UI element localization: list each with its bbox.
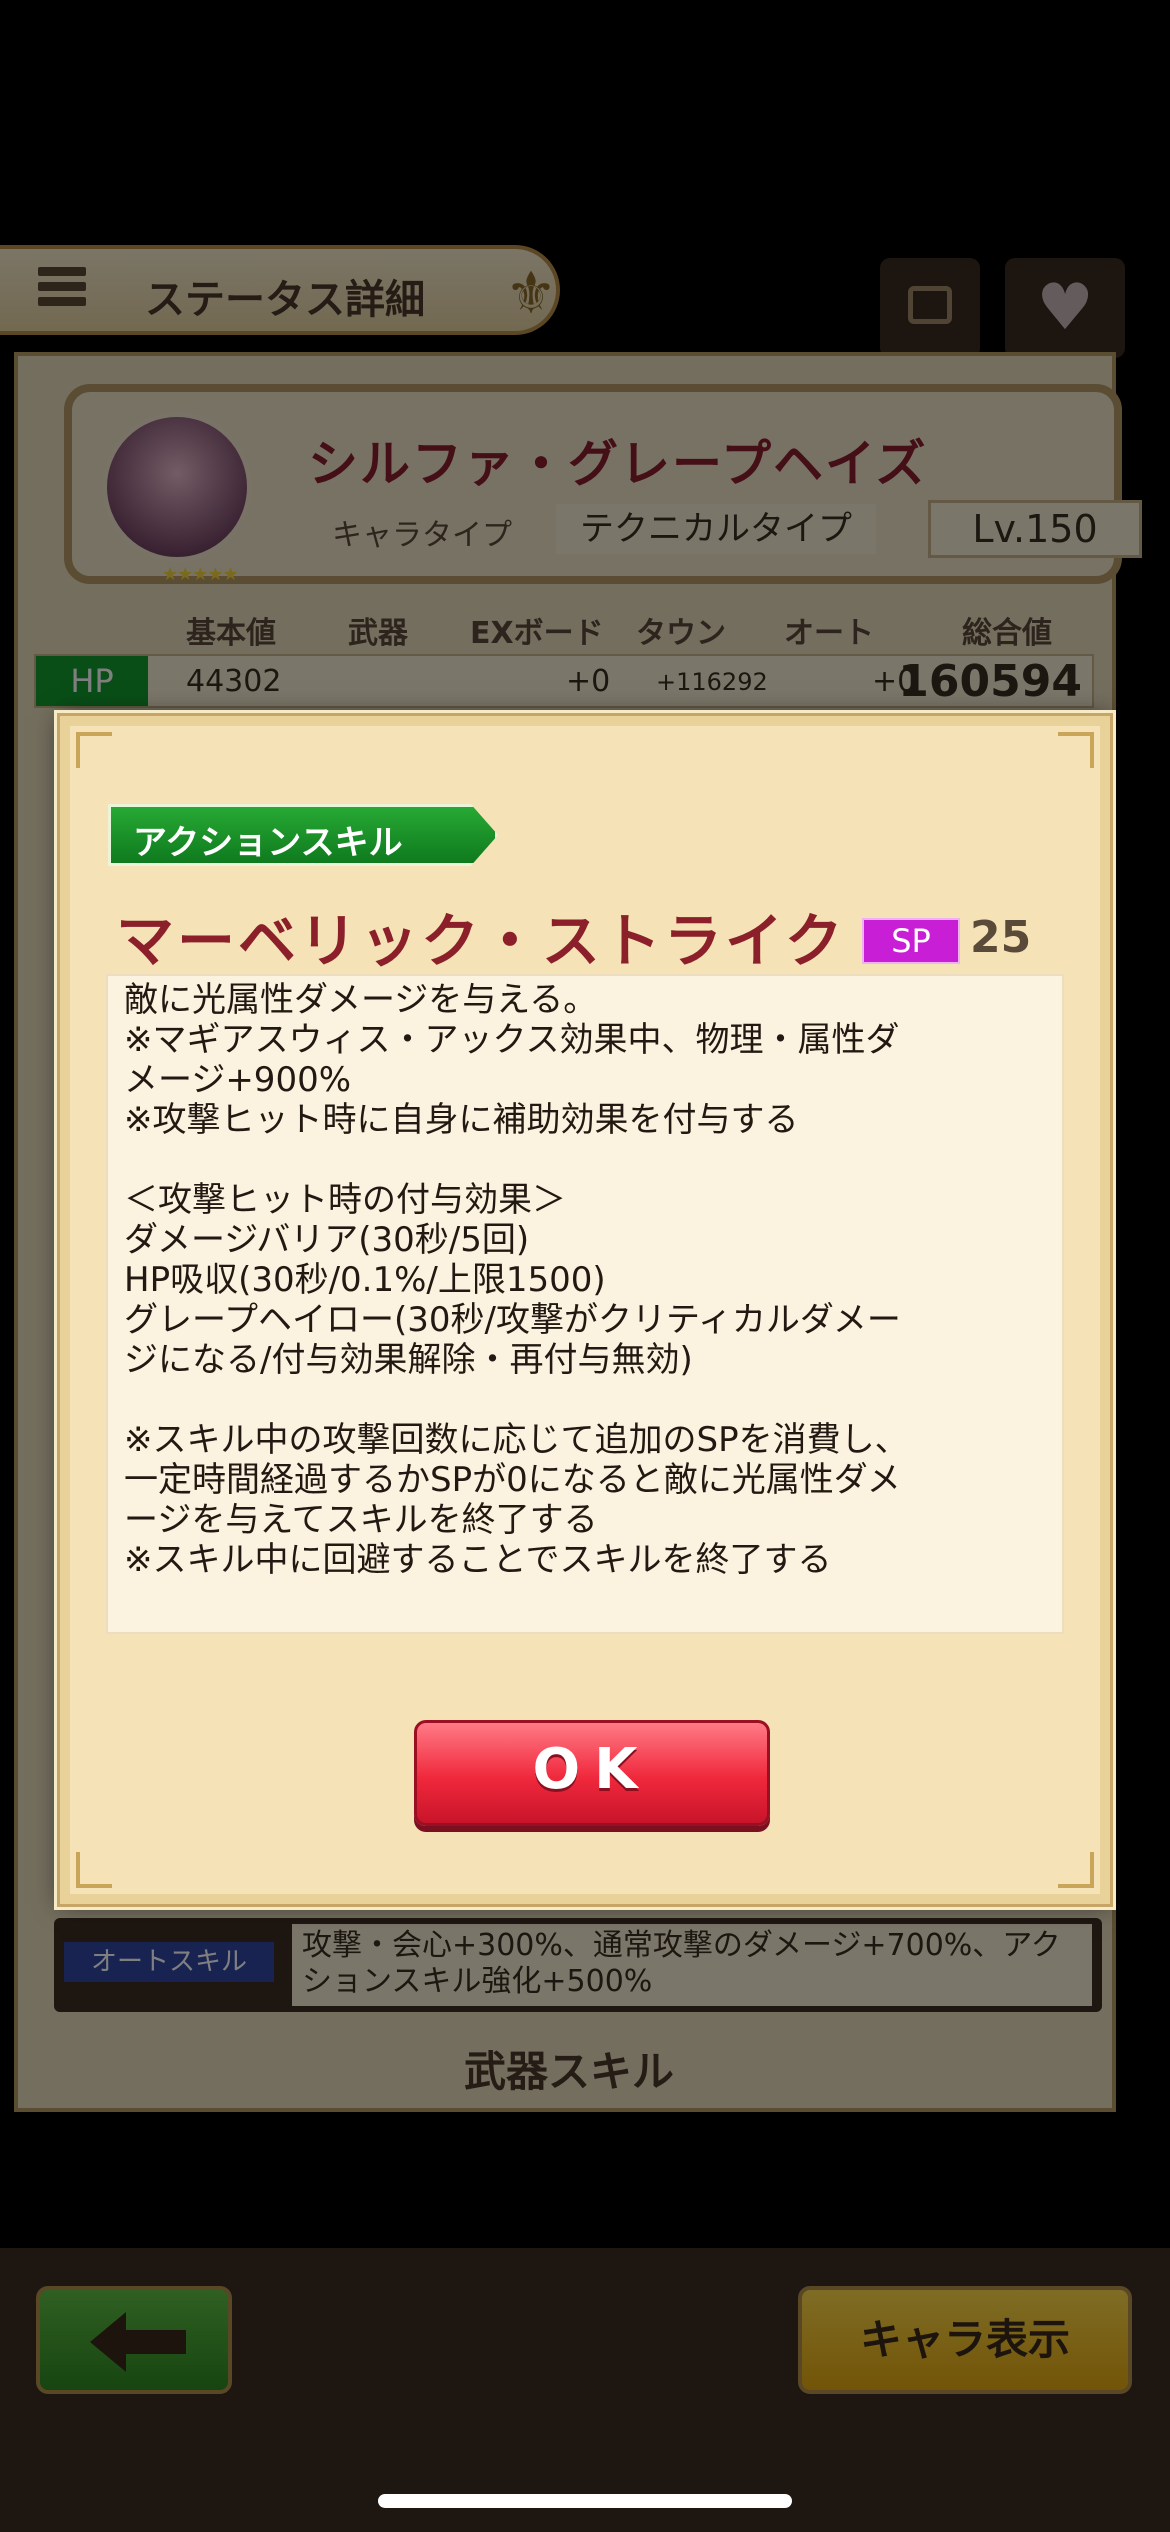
ok-button-label: OK [532, 1737, 652, 1802]
corner-ornament [76, 732, 112, 768]
description-line: ージを与えてスキルを終了する [124, 1500, 598, 1540]
description-line: ダメージバリア(30秒/5回) [124, 1220, 530, 1260]
description-line: メージ+900% [124, 1060, 352, 1100]
description-line: 敵に光属性ダメージを与える。 [124, 980, 598, 1020]
description-line [124, 1380, 1046, 1420]
ok-button[interactable]: OK [414, 1720, 770, 1826]
description-line: ＜攻撃ヒット時の付与効果＞ [124, 1180, 566, 1220]
skill-dialog: アクションスキル マーベリック・ストライク SP 25 敵に光属性ダメージを与え… [57, 713, 1113, 1907]
skill-description: 敵に光属性ダメージを与える。 ※マギアスウィス・アックス効果中、物理・属性ダ メ… [106, 974, 1064, 1634]
description-line: ジになる/付与効果解除・再付与無効) [124, 1340, 693, 1380]
skill-name: マーベリック・ストライク [116, 907, 846, 975]
description-line: 一定時間経過するかSPが0になると敵に光属性ダメ [124, 1460, 901, 1500]
description-line: ※スキル中に回避することでスキルを終了する [124, 1540, 832, 1580]
description-line: HP吸収(30秒/0.1%/上限1500) [124, 1260, 606, 1300]
sp-badge: SP [862, 918, 960, 964]
description-line: ※スキル中の攻撃回数に応じて追加のSPを消費し、 [124, 1420, 909, 1460]
description-line [124, 1140, 1046, 1180]
corner-ornament [76, 1852, 112, 1888]
sp-cost: 25 [970, 912, 1032, 963]
description-line: ※攻撃ヒット時に自身に補助効果を付与する [124, 1100, 799, 1140]
description-line: グレープヘイロー(30秒/攻撃がクリティカルダメー [124, 1300, 901, 1340]
action-skill-tag: アクションスキル [108, 804, 498, 866]
corner-ornament [1058, 732, 1094, 768]
home-indicator[interactable] [378, 2494, 792, 2508]
corner-ornament [1058, 1852, 1094, 1888]
description-line: ※マギアスウィス・アックス効果中、物理・属性ダ [124, 1020, 900, 1060]
action-skill-tag-label: アクションスキル [133, 823, 403, 863]
